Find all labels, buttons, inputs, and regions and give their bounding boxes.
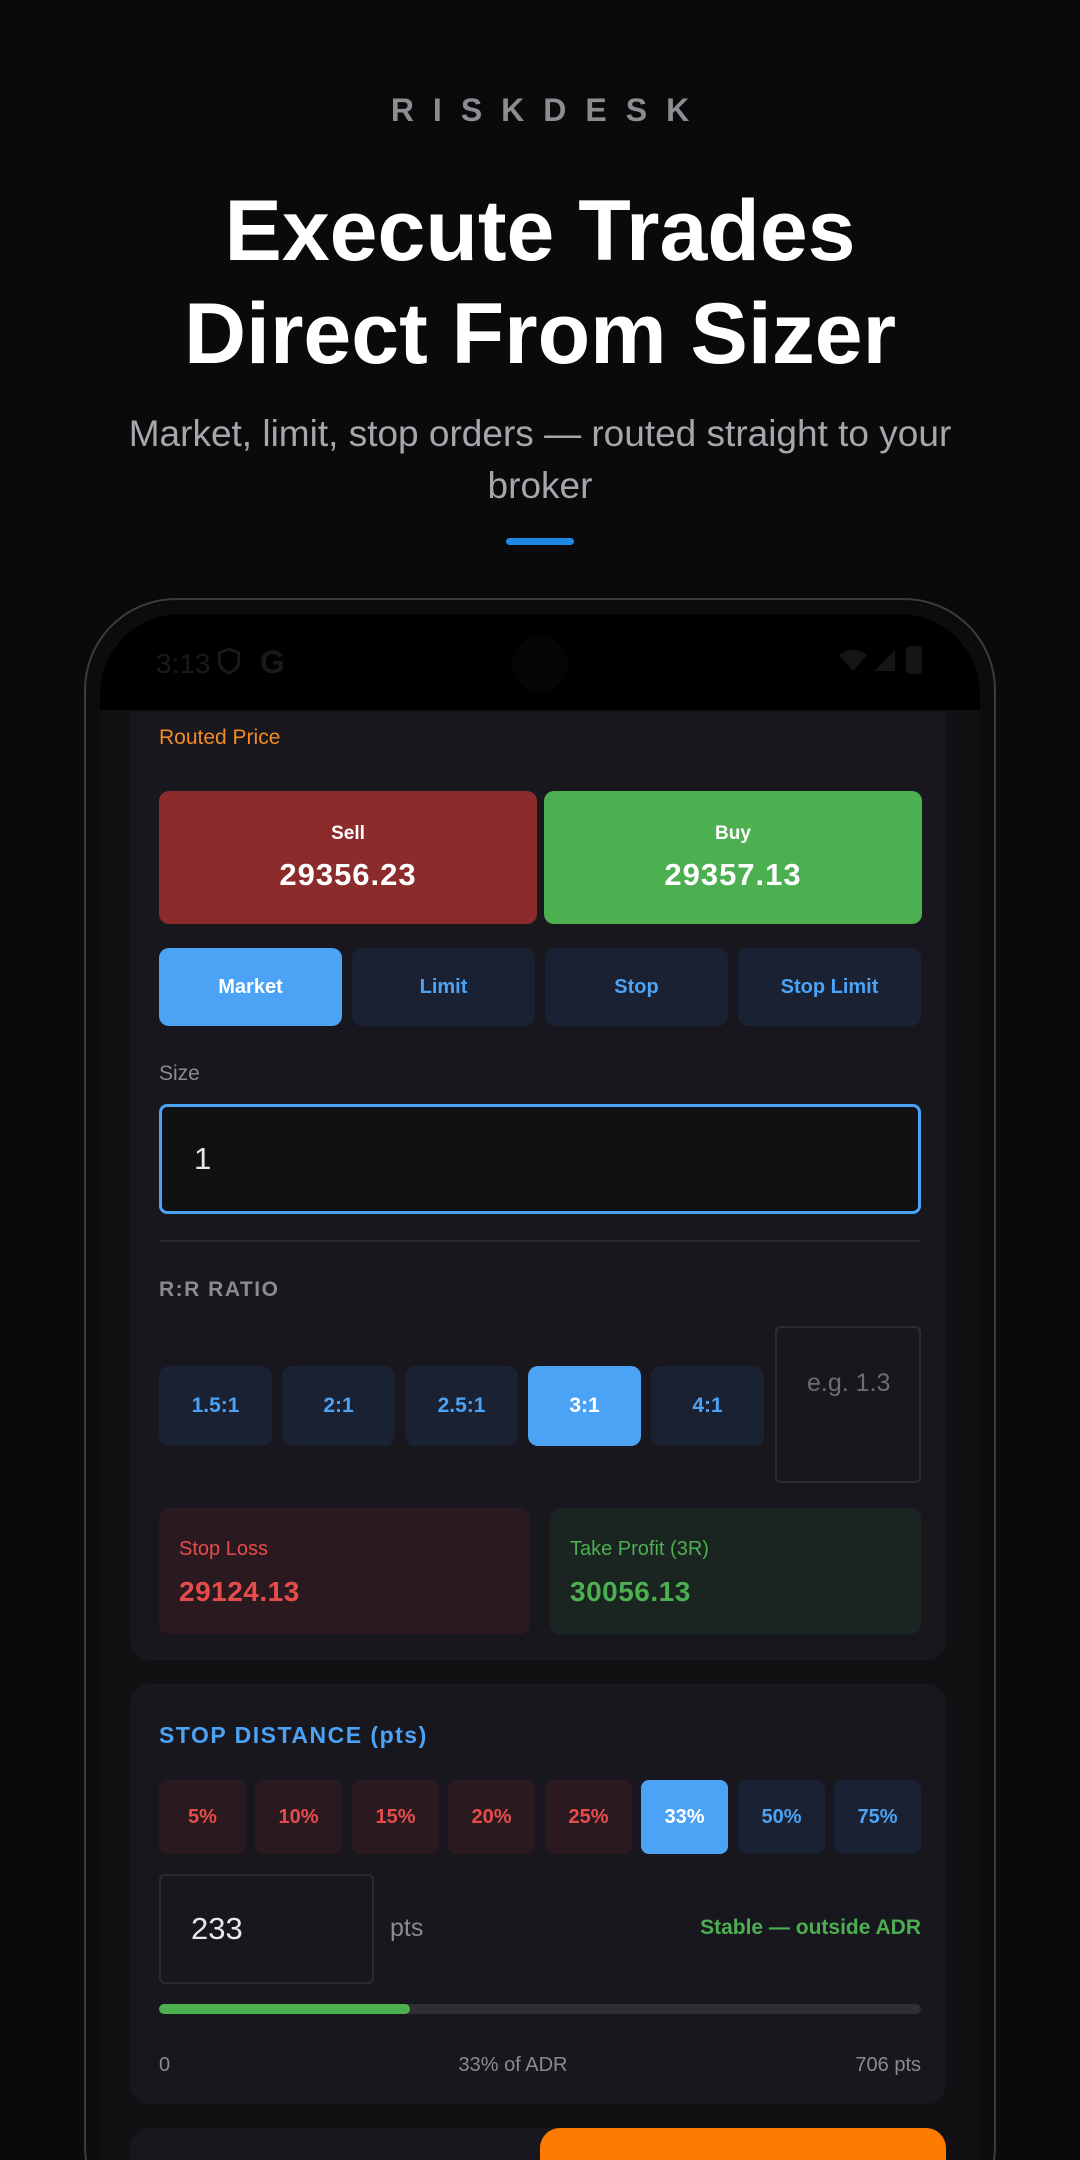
signal-icon <box>874 650 895 671</box>
status-time: 3:13 <box>156 648 211 679</box>
sell-label: Sell <box>331 823 365 844</box>
stop-distance-title: STOP DISTANCE (pts) <box>159 1722 428 1748</box>
stop-points-unit: pts <box>390 1914 424 1942</box>
take-profit-value: 30056.13 <box>570 1576 691 1607</box>
section-divider <box>159 1240 921 1242</box>
headline-line-2: Direct From Sizer <box>183 286 897 382</box>
rr-option-3[interactable]: 3:1 <box>528 1366 641 1446</box>
rr-option-4[interactable]: 4:1 <box>651 1366 764 1446</box>
order-type-market[interactable]: Market <box>159 948 342 1026</box>
battery-icon <box>906 646 922 674</box>
stop-pct-50[interactable]: 50% <box>738 1780 825 1854</box>
stop-pct-75[interactable]: 75% <box>834 1780 921 1854</box>
order-type-limit[interactable]: Limit <box>352 948 535 1026</box>
adr-progress-fill <box>159 2004 411 2014</box>
rr-option-2-5[interactable]: 2.5:1 <box>405 1366 518 1446</box>
promo-headline: Execute Trades Direct From Sizer <box>0 180 1080 386</box>
stop-pct-20[interactable]: 20% <box>448 1780 535 1854</box>
wifi-icon <box>839 649 867 671</box>
phone-screen: 3:13 G Routed Price Sell 29356.23 Buy 29… <box>100 614 980 2160</box>
adr-progress-track <box>159 2004 921 2014</box>
take-profit-box: Take Profit (3R) 30056.13 <box>550 1508 921 1634</box>
headline-line-1: Execute Trades <box>224 183 856 279</box>
rr-custom-input[interactable]: e.g. 1.3 <box>775 1326 921 1483</box>
status-bar: 3:13 G <box>100 614 980 710</box>
buy-button[interactable]: Buy 29357.13 <box>544 791 922 924</box>
shield-icon <box>218 648 240 674</box>
rr-option-2[interactable]: 2:1 <box>282 1366 395 1446</box>
rr-ratio-label: R:R RATIO <box>159 1278 280 1301</box>
buy-price: 29357.13 <box>664 857 802 892</box>
stop-loss-label: Stop Loss <box>179 1538 268 1560</box>
stop-pct-5[interactable]: 5% <box>159 1780 246 1854</box>
size-label: Size <box>159 1062 200 1085</box>
take-profit-label: Take Profit (3R) <box>570 1538 709 1560</box>
adr-status-text: Stable — outside ADR <box>700 1916 921 1939</box>
sell-price: 29356.23 <box>279 857 417 892</box>
brand-wordmark: RISKDESK <box>390 92 709 128</box>
stop-pct-33[interactable]: 33% <box>641 1780 728 1854</box>
stop-pct-10[interactable]: 10% <box>255 1780 342 1854</box>
camera-cutout <box>512 636 568 692</box>
buy-label: Buy <box>715 823 751 844</box>
stop-pct-25[interactable]: 25% <box>545 1780 632 1854</box>
adr-scale-max: 706 pts <box>855 2054 921 2076</box>
stop-loss-box: Stop Loss 29124.13 <box>159 1508 530 1634</box>
google-icon: G <box>260 644 285 680</box>
rr-option-1-5[interactable]: 1.5:1 <box>159 1366 272 1446</box>
stop-points-input[interactable]: 233 <box>159 1874 374 1984</box>
adr-scale-mid: 33% of ADR <box>458 2054 568 2076</box>
routed-price-label: Routed Price <box>159 726 281 749</box>
order-type-stop-limit[interactable]: Stop Limit <box>738 948 921 1026</box>
execute-button[interactable] <box>540 2128 946 2160</box>
stop-pct-15[interactable]: 15% <box>352 1780 439 1854</box>
order-type-stop[interactable]: Stop <box>545 948 728 1026</box>
accent-divider <box>506 538 574 545</box>
sell-button[interactable]: Sell 29356.23 <box>159 791 537 924</box>
size-input[interactable]: 1 <box>159 1104 921 1214</box>
stop-loss-value: 29124.13 <box>179 1576 300 1607</box>
promo-subline: Market, limit, stop orders — routed stra… <box>128 413 952 506</box>
